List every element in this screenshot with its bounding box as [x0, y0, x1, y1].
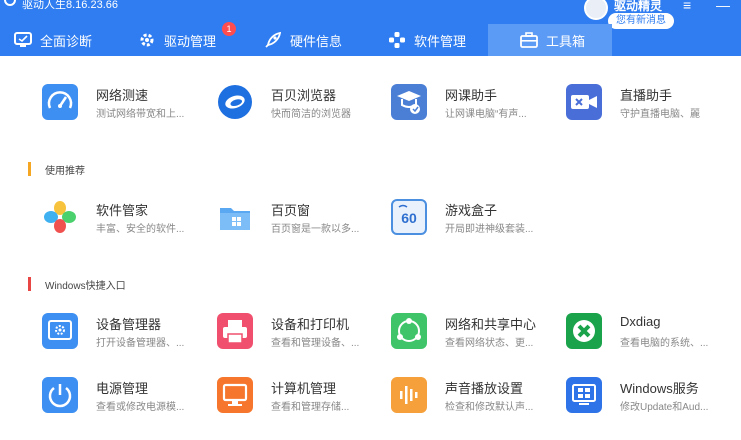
tab-label: 软件管理: [414, 33, 467, 49]
tool-name: Windows服务: [620, 381, 699, 396]
tool-desc: 守护直播电脑、麗: [620, 109, 700, 120]
tool-game-box[interactable]: 60 游戏盒子 开局即进神级套装...: [391, 199, 561, 239]
tool-desc: 查看和管理设备、...: [271, 338, 360, 349]
tool-desc: 检查和修改默认声...: [445, 402, 534, 413]
tab-label: 驱动管理: [164, 33, 217, 49]
tool-dxdiag[interactable]: Dxdiag 查看电脑的系统、...: [566, 313, 736, 353]
tool-desc: 丰富、安全的软件...: [96, 224, 185, 235]
tool-desc: 修改Update和Aud...: [620, 402, 709, 413]
graduation-icon: [391, 84, 427, 120]
tool-desc: 测试网络带宽和上...: [96, 109, 185, 120]
power-icon: [42, 377, 78, 413]
tool-name: 电源管理: [96, 381, 149, 396]
gear-icon: [138, 31, 156, 49]
tool-windows-services[interactable]: Windows服务 修改Update和Aud...: [566, 377, 736, 417]
apps-icon: [388, 31, 406, 49]
menu-button[interactable]: ≡: [683, 0, 691, 13]
message-pill[interactable]: 您有新消息: [608, 13, 674, 29]
tool-name: Dxdiag: [620, 314, 661, 329]
svg-text:60: 60: [401, 210, 417, 226]
section-header-windows: Windows快捷入口: [28, 277, 126, 292]
user-name[interactable]: 驱动精灵: [614, 0, 662, 14]
app-title: 驱动人生8.16.23.66: [22, 0, 118, 10]
tool-name: 游戏盒子: [445, 203, 498, 218]
tool-devices-and-printers[interactable]: 设备和打印机 查看和管理设备、...: [217, 313, 387, 353]
tool-name: 软件管家: [96, 203, 149, 218]
tool-desc: 查看和管理存储...: [271, 402, 350, 413]
browser-icon: [217, 84, 253, 120]
tool-name: 设备和打印机: [271, 317, 350, 332]
tab-software-management[interactable]: 软件管理: [388, 24, 488, 56]
gamebox-icon: 60: [391, 199, 427, 235]
tool-desc: 开局即进神级套装...: [445, 224, 534, 235]
toolbox-icon: [520, 31, 538, 49]
tool-baibei-browser[interactable]: 百贝浏览器 快而简洁的浏览器: [217, 84, 387, 124]
app-logo-icon: [4, 0, 16, 6]
tool-name: 网络和共享中心: [445, 317, 537, 332]
tool-baiye-window[interactable]: 百页窗 百页窗是一款以多...: [217, 199, 387, 239]
tool-power-management[interactable]: 电源管理 查看或修改电源模...: [42, 377, 212, 417]
section-accent-bar: [28, 277, 31, 291]
speedometer-icon: [42, 84, 78, 120]
tool-name: 直播助手: [620, 88, 673, 103]
device-manager-icon: [42, 313, 78, 349]
tool-network-sharing-center[interactable]: 网络和共享中心 查看网络状态、更...: [391, 313, 561, 353]
tool-desc: 百页窗是一款以多...: [271, 224, 360, 235]
tool-desc: 查看电脑的系统、...: [620, 338, 709, 349]
tool-desc: 让网课电脑“有声...: [445, 109, 527, 120]
sound-icon: [391, 377, 427, 413]
minimize-button[interactable]: —: [716, 0, 730, 13]
tab-label: 全面诊断: [40, 33, 93, 49]
tool-sound-playback-settings[interactable]: 声音播放设置 检查和修改默认声...: [391, 377, 561, 417]
tool-desc: 查看或修改电源模...: [96, 402, 185, 413]
rocket-icon: [264, 31, 282, 49]
video-icon: [566, 84, 602, 120]
dxdiag-icon: [566, 313, 602, 349]
tool-name: 声音播放设置: [445, 381, 524, 396]
tool-name: 百页窗: [271, 203, 311, 218]
flower-icon: [42, 199, 78, 235]
printer-icon: [217, 313, 253, 349]
tool-desc: 快而简洁的浏览器: [271, 109, 351, 120]
tab-toolbox[interactable]: 工具箱: [488, 24, 612, 56]
tool-network-speed[interactable]: 网络测速 测试网络带宽和上...: [42, 84, 212, 124]
tool-device-manager[interactable]: 设备管理器 打开设备管理器、...: [42, 313, 212, 353]
tab-full-diagnosis[interactable]: 全面诊断: [14, 24, 114, 56]
monitor-icon: [14, 31, 32, 49]
tool-name: 计算机管理: [271, 381, 337, 396]
tool-name: 网课助手: [445, 88, 498, 103]
section-title: 使用推荐: [45, 165, 85, 177]
notification-badge: 1: [222, 22, 236, 36]
top-bar: 驱动人生8.16.23.66 驱动精灵 您有新消息 ≡ — 全面诊断 驱动管理 …: [0, 0, 741, 56]
tab-hardware-info[interactable]: 硬件信息: [264, 24, 364, 56]
folder-icon: [217, 199, 253, 235]
tool-name: 网络测速: [96, 88, 149, 103]
tool-live-assistant[interactable]: 直播助手 守护直播电脑、麗: [566, 84, 736, 124]
section-accent-bar: [28, 162, 31, 176]
windows-service-icon: [566, 377, 602, 413]
section-header-recommend: 使用推荐: [28, 162, 85, 177]
section-title: Windows快捷入口: [45, 280, 126, 292]
tool-name: 设备管理器: [96, 317, 162, 332]
tool-name: 百贝浏览器: [271, 88, 337, 103]
tab-label: 工具箱: [546, 33, 586, 49]
avatar[interactable]: [584, 0, 608, 20]
tool-online-class-assistant[interactable]: 网课助手 让网课电脑“有声...: [391, 84, 561, 124]
tool-desc: 打开设备管理器、...: [96, 338, 185, 349]
tool-computer-management[interactable]: 计算机管理 查看和管理存储...: [217, 377, 387, 417]
tool-desc: 查看网络状态、更...: [445, 338, 534, 349]
tool-software-manager[interactable]: 软件管家 丰富、安全的软件...: [42, 199, 212, 239]
computer-icon: [217, 377, 253, 413]
share-icon: [391, 313, 427, 349]
tab-label: 硬件信息: [290, 33, 343, 49]
